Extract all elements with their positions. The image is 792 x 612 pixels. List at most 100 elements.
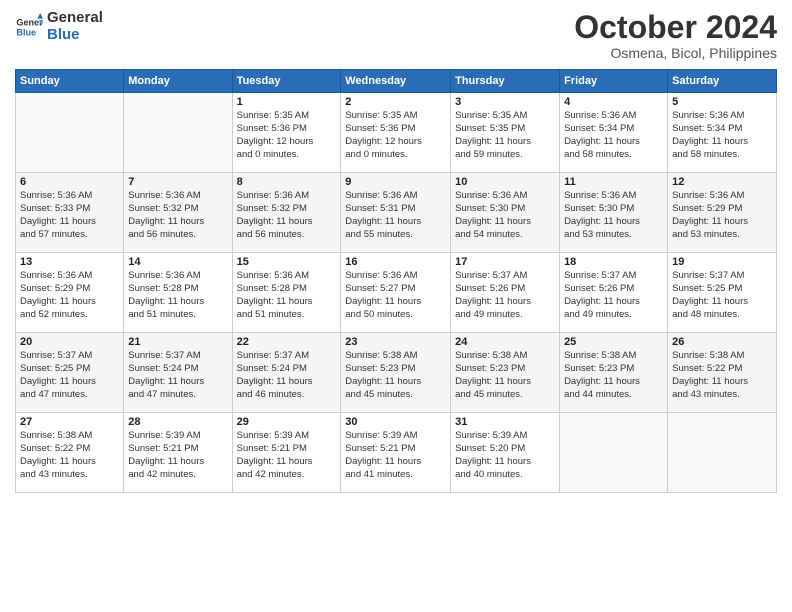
day-info: Sunrise: 5:35 AM Sunset: 5:36 PM Dayligh…	[237, 110, 337, 161]
day-number: 1	[237, 96, 337, 108]
day-info: Sunrise: 5:36 AM Sunset: 5:30 PM Dayligh…	[564, 190, 663, 241]
day-info: Sunrise: 5:38 AM Sunset: 5:22 PM Dayligh…	[672, 350, 772, 401]
header: General Blue General Blue October 2024 O…	[15, 10, 777, 61]
calendar-week-row: 13Sunrise: 5:36 AM Sunset: 5:29 PM Dayli…	[16, 253, 777, 333]
page: General Blue General Blue October 2024 O…	[0, 0, 792, 612]
svg-text:General: General	[16, 17, 43, 27]
day-number: 2	[345, 96, 446, 108]
header-tuesday: Tuesday	[232, 70, 341, 93]
day-info: Sunrise: 5:37 AM Sunset: 5:26 PM Dayligh…	[564, 270, 663, 321]
table-row	[124, 93, 232, 173]
day-info: Sunrise: 5:36 AM Sunset: 5:29 PM Dayligh…	[20, 270, 119, 321]
table-row: 6 Sunrise: 5:36 AM Sunset: 5:33 PM Daylig…	[16, 173, 124, 253]
header-saturday: Saturday	[668, 70, 777, 93]
day-number: 4	[564, 96, 663, 108]
day-number: 7	[128, 176, 227, 188]
day-info: Sunrise: 5:38 AM Sunset: 5:22 PM Dayligh…	[20, 430, 119, 481]
logo-icon: General Blue	[15, 13, 43, 41]
day-number: 31	[455, 416, 555, 428]
logo-general: General	[47, 10, 103, 27]
table-row: 18 Sunrise: 5:37 AM Sunset: 5:26 PM Dayli…	[560, 253, 668, 333]
day-number: 8	[237, 176, 337, 188]
table-row: 21 Sunrise: 5:37 AM Sunset: 5:24 PM Dayli…	[124, 333, 232, 413]
table-row: 30Sunrise: 5:39 AM Sunset: 5:21 PM Dayli…	[341, 413, 451, 493]
day-number: 28	[128, 416, 227, 428]
table-row: 8 Sunrise: 5:36 AM Sunset: 5:32 PM Daylig…	[232, 173, 341, 253]
table-row: 31Sunrise: 5:39 AM Sunset: 5:20 PM Dayli…	[451, 413, 560, 493]
table-row: 2 Sunrise: 5:35 AM Sunset: 5:36 PM Daylig…	[341, 93, 451, 173]
table-row: 5 Sunrise: 5:36 AM Sunset: 5:34 PM Daylig…	[668, 93, 777, 173]
day-info: Sunrise: 5:36 AM Sunset: 5:32 PM Dayligh…	[237, 190, 337, 241]
calendar-week-row: 6 Sunrise: 5:36 AM Sunset: 5:33 PM Daylig…	[16, 173, 777, 253]
table-row: 22 Sunrise: 5:37 AM Sunset: 5:24 PM Dayli…	[232, 333, 341, 413]
table-row: 10Sunrise: 5:36 AM Sunset: 5:30 PM Dayli…	[451, 173, 560, 253]
table-row: 15 Sunrise: 5:36 AM Sunset: 5:28 PM Dayli…	[232, 253, 341, 333]
day-info: Sunrise: 5:36 AM Sunset: 5:34 PM Dayligh…	[672, 110, 772, 161]
table-row: 24Sunrise: 5:38 AM Sunset: 5:23 PM Dayli…	[451, 333, 560, 413]
day-info: Sunrise: 5:37 AM Sunset: 5:26 PM Dayligh…	[455, 270, 555, 321]
table-row: 4 Sunrise: 5:36 AM Sunset: 5:34 PM Daylig…	[560, 93, 668, 173]
month-title: October 2024	[574, 10, 777, 45]
logo-blue: Blue	[47, 27, 103, 44]
header-sunday: Sunday	[16, 70, 124, 93]
day-info: Sunrise: 5:36 AM Sunset: 5:29 PM Dayligh…	[672, 190, 772, 241]
day-info: Sunrise: 5:37 AM Sunset: 5:24 PM Dayligh…	[128, 350, 227, 401]
svg-text:Blue: Blue	[16, 27, 36, 37]
table-row: 26 Sunrise: 5:38 AM Sunset: 5:22 PM Dayli…	[668, 333, 777, 413]
calendar-week-row: 1 Sunrise: 5:35 AM Sunset: 5:36 PM Daylig…	[16, 93, 777, 173]
day-info: Sunrise: 5:36 AM Sunset: 5:34 PM Dayligh…	[564, 110, 663, 161]
day-info: Sunrise: 5:35 AM Sunset: 5:35 PM Dayligh…	[455, 110, 555, 161]
day-number: 21	[128, 336, 227, 348]
day-info: Sunrise: 5:39 AM Sunset: 5:21 PM Dayligh…	[237, 430, 337, 481]
table-row: 17 Sunrise: 5:37 AM Sunset: 5:26 PM Dayli…	[451, 253, 560, 333]
day-number: 11	[564, 176, 663, 188]
calendar-week-row: 20Sunrise: 5:37 AM Sunset: 5:25 PM Dayli…	[16, 333, 777, 413]
day-number: 25	[564, 336, 663, 348]
table-row: 19Sunrise: 5:37 AM Sunset: 5:25 PM Dayli…	[668, 253, 777, 333]
table-row	[668, 413, 777, 493]
day-info: Sunrise: 5:36 AM Sunset: 5:32 PM Dayligh…	[128, 190, 227, 241]
table-row: 1 Sunrise: 5:35 AM Sunset: 5:36 PM Daylig…	[232, 93, 341, 173]
day-info: Sunrise: 5:38 AM Sunset: 5:23 PM Dayligh…	[345, 350, 446, 401]
day-number: 26	[672, 336, 772, 348]
day-number: 15	[237, 256, 337, 268]
day-number: 18	[564, 256, 663, 268]
header-thursday: Thursday	[451, 70, 560, 93]
table-row: 20Sunrise: 5:37 AM Sunset: 5:25 PM Dayli…	[16, 333, 124, 413]
day-number: 17	[455, 256, 555, 268]
day-number: 10	[455, 176, 555, 188]
day-number: 24	[455, 336, 555, 348]
title-block: October 2024 Osmena, Bicol, Philippines	[574, 10, 777, 61]
day-number: 14	[128, 256, 227, 268]
day-number: 27	[20, 416, 119, 428]
header-friday: Friday	[560, 70, 668, 93]
day-number: 29	[237, 416, 337, 428]
calendar-week-row: 27 Sunrise: 5:38 AM Sunset: 5:22 PM Dayli…	[16, 413, 777, 493]
table-row: 25 Sunrise: 5:38 AM Sunset: 5:23 PM Dayli…	[560, 333, 668, 413]
table-row	[560, 413, 668, 493]
day-info: Sunrise: 5:37 AM Sunset: 5:24 PM Dayligh…	[237, 350, 337, 401]
day-number: 22	[237, 336, 337, 348]
day-info: Sunrise: 5:35 AM Sunset: 5:36 PM Dayligh…	[345, 110, 446, 161]
day-number: 3	[455, 96, 555, 108]
day-info: Sunrise: 5:36 AM Sunset: 5:31 PM Dayligh…	[345, 190, 446, 241]
calendar-table: Sunday Monday Tuesday Wednesday Thursday…	[15, 69, 777, 493]
day-info: Sunrise: 5:36 AM Sunset: 5:28 PM Dayligh…	[128, 270, 227, 321]
weekday-header-row: Sunday Monday Tuesday Wednesday Thursday…	[16, 70, 777, 93]
day-number: 16	[345, 256, 446, 268]
day-number: 19	[672, 256, 772, 268]
day-info: Sunrise: 5:36 AM Sunset: 5:33 PM Dayligh…	[20, 190, 119, 241]
day-number: 5	[672, 96, 772, 108]
table-row: 13Sunrise: 5:36 AM Sunset: 5:29 PM Dayli…	[16, 253, 124, 333]
day-number: 30	[345, 416, 446, 428]
day-info: Sunrise: 5:38 AM Sunset: 5:23 PM Dayligh…	[564, 350, 663, 401]
day-info: Sunrise: 5:36 AM Sunset: 5:28 PM Dayligh…	[237, 270, 337, 321]
table-row: 3 Sunrise: 5:35 AM Sunset: 5:35 PM Daylig…	[451, 93, 560, 173]
day-number: 9	[345, 176, 446, 188]
table-row: 11 Sunrise: 5:36 AM Sunset: 5:30 PM Dayli…	[560, 173, 668, 253]
header-wednesday: Wednesday	[341, 70, 451, 93]
day-number: 6	[20, 176, 119, 188]
day-info: Sunrise: 5:37 AM Sunset: 5:25 PM Dayligh…	[20, 350, 119, 401]
day-number: 23	[345, 336, 446, 348]
table-row: 9 Sunrise: 5:36 AM Sunset: 5:31 PM Daylig…	[341, 173, 451, 253]
